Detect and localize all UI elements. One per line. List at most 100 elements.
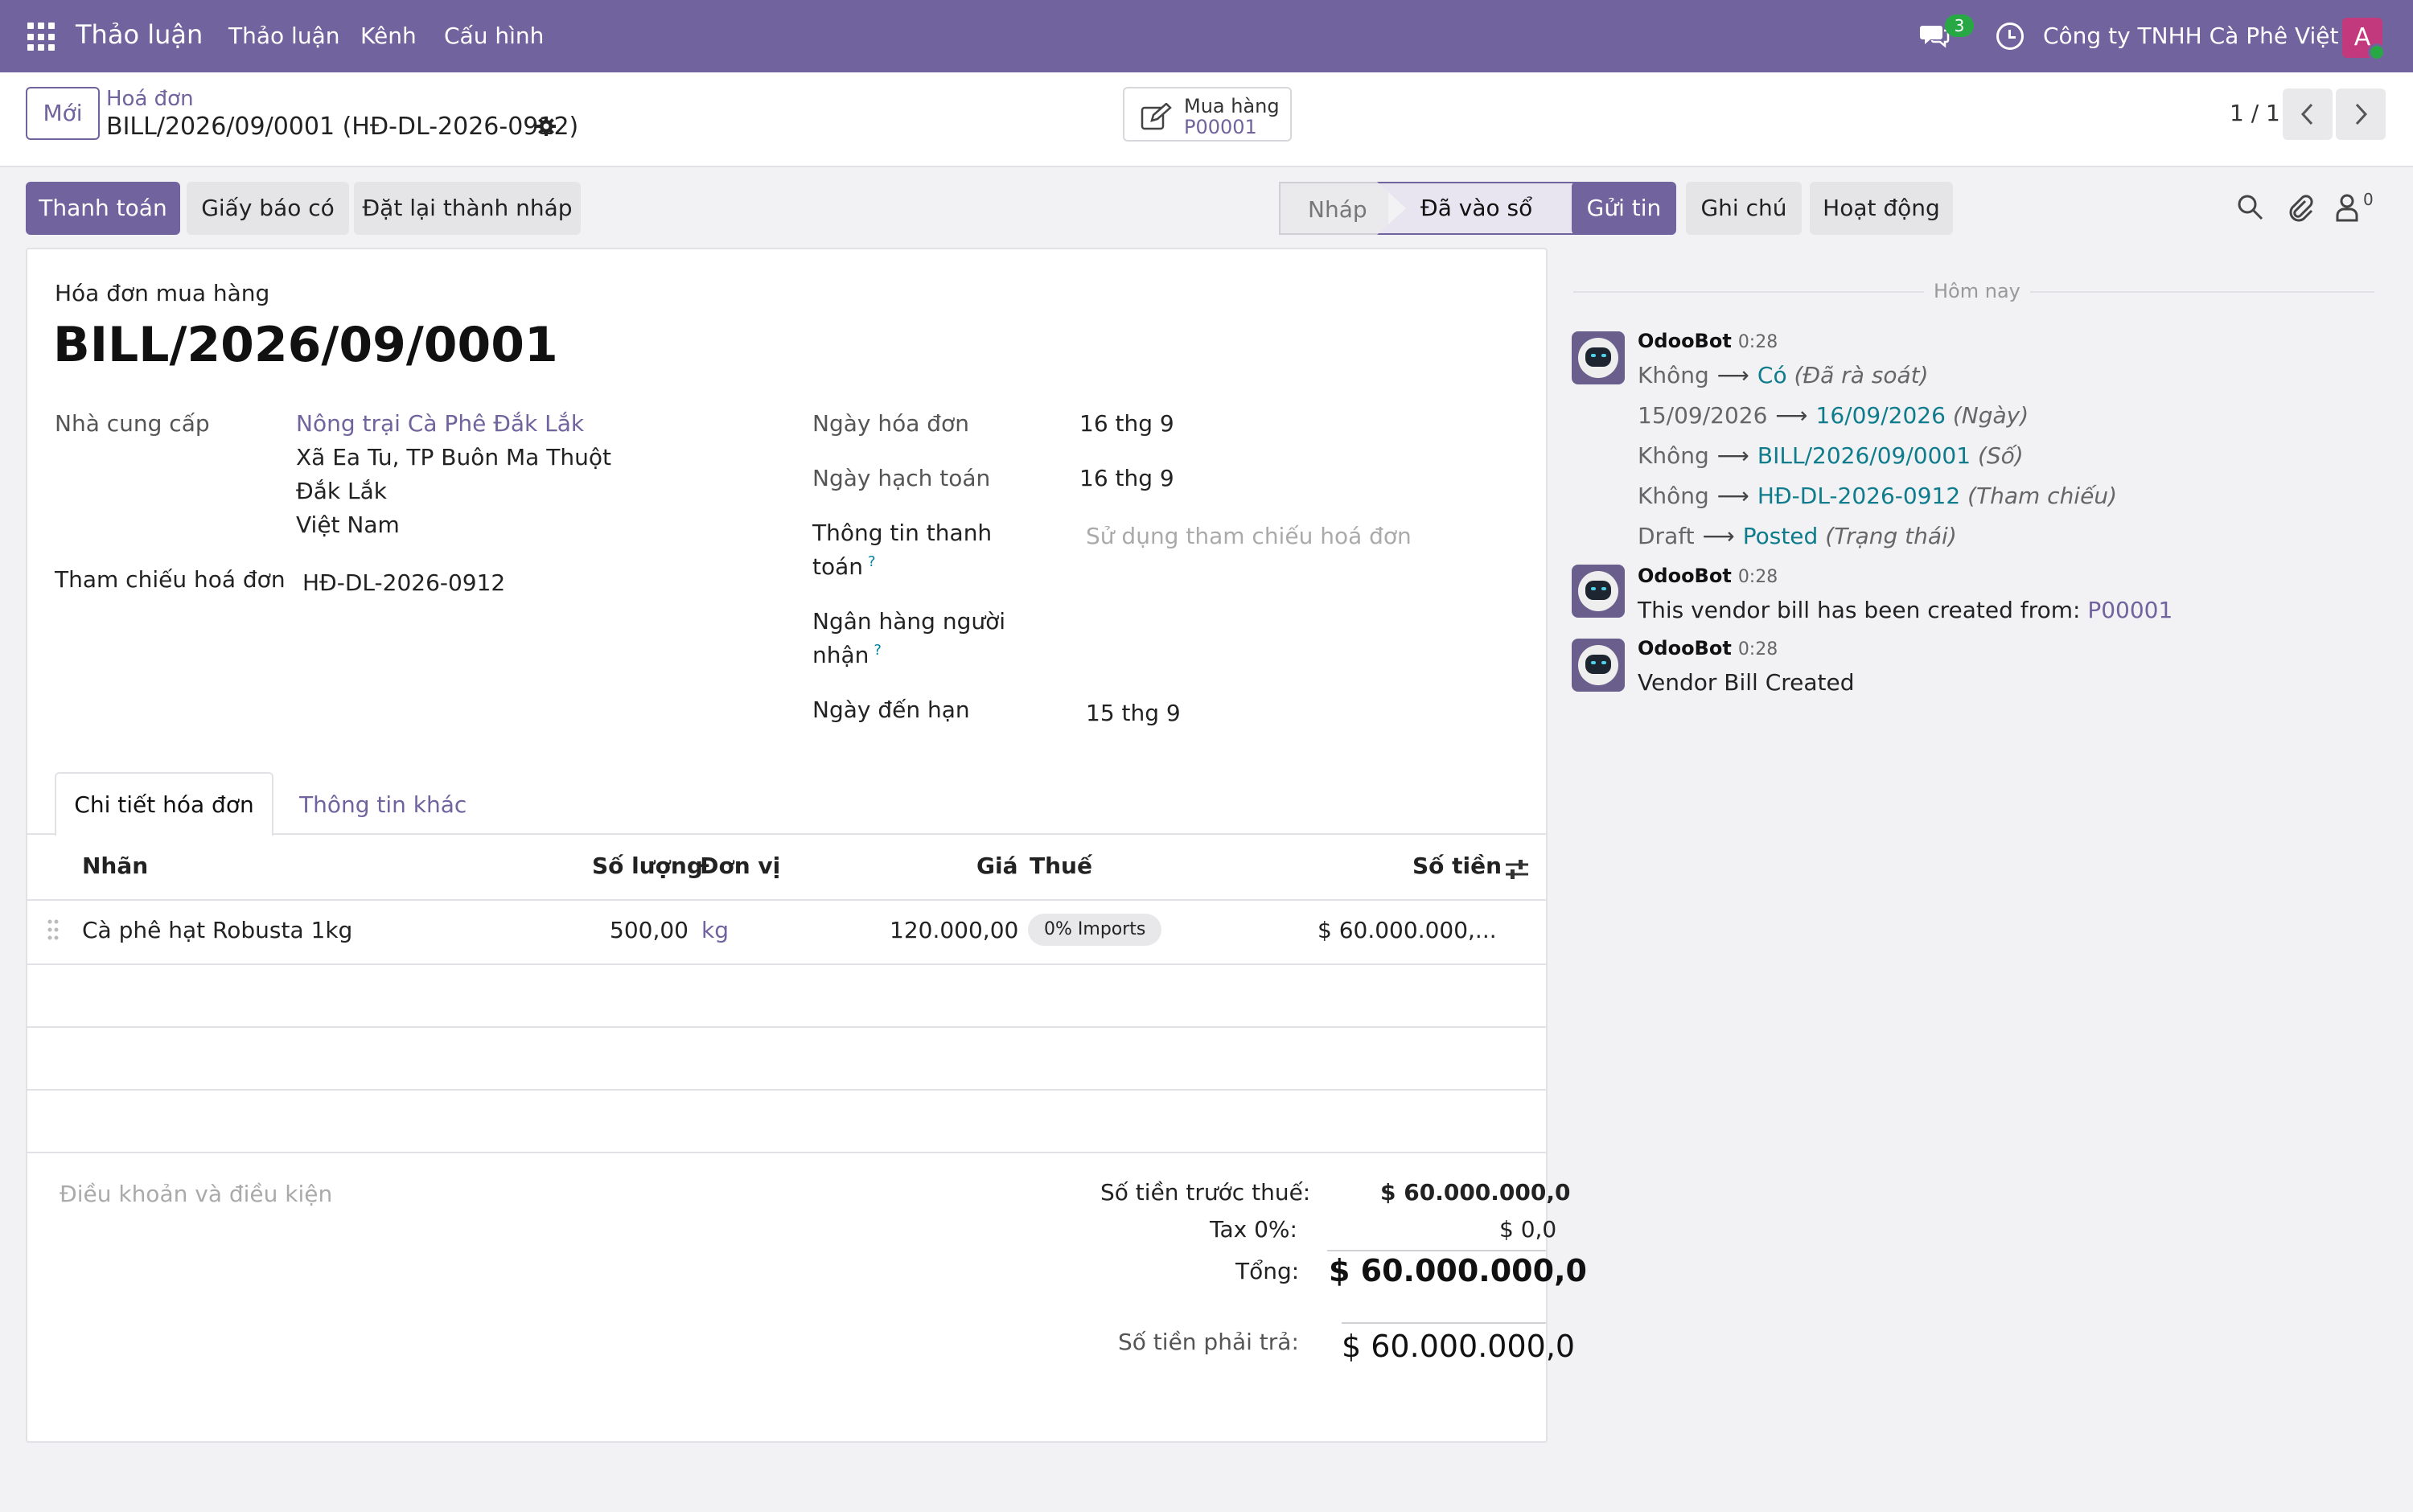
row-divider [27, 963, 1546, 965]
smart-button-value: P00001 [1184, 116, 1257, 138]
untaxed-amount-value: $ 60.000.000,0 [1380, 1179, 1571, 1206]
odoobot-avatar[interactable] [1572, 331, 1625, 384]
message-body: This vendor bill has been created from: … [1638, 597, 2173, 623]
column-label[interactable]: Nhãn [82, 853, 148, 879]
vendor-label: Nhà cung cấp [55, 410, 210, 437]
total-label: Tổng: [1235, 1258, 1300, 1284]
bill-form-sheet: Hóa đơn mua hàng BILL/2026/09/0001 Nhà c… [26, 248, 1587, 1443]
pager-value[interactable]: 1 / 1 [2230, 100, 2280, 126]
column-taxes[interactable]: Thuế [1030, 853, 1092, 879]
total-value: $ 60.000.000,0 [1329, 1253, 1587, 1288]
apps-menu-icon[interactable] [27, 23, 56, 51]
accounting-date-field[interactable]: 16 thg 9 [1079, 465, 1174, 491]
tax-label: Tax 0%: [1210, 1216, 1297, 1243]
search-icon[interactable] [2236, 193, 2265, 222]
tracking-line: Draft ⟶ Posted (Trạng thái) [1638, 523, 1957, 549]
column-quantity[interactable]: Số lượng [592, 853, 703, 879]
message-author[interactable]: OdooBot 0:28 [1638, 330, 1778, 352]
due-date-field[interactable]: 15 thg 9 [1086, 700, 1181, 726]
app-brand[interactable]: Thảo luận [76, 19, 203, 50]
new-button[interactable]: Mới [26, 87, 100, 140]
row-divider [27, 1089, 1546, 1091]
status-draft[interactable]: Nháp [1279, 182, 1388, 235]
tracking-line: Không ⟶ BILL/2026/09/0001 (Số) [1638, 442, 2024, 469]
activity-clock-icon[interactable] [1996, 23, 2024, 50]
message-body: Vendor Bill Created [1638, 669, 1855, 696]
amount-due-value: $ 60.000.000,0 [1342, 1329, 1576, 1364]
column-subtotal[interactable]: Số tiền [1412, 853, 1502, 879]
help-tooltip-icon[interactable]: ? [868, 553, 876, 570]
online-status-dot [2368, 43, 2386, 61]
chevron-left-icon [2300, 103, 2313, 125]
document-type: Hóa đơn mua hàng [55, 280, 270, 306]
amount-due-label: Số tiền phải trả: [1118, 1329, 1299, 1355]
vendor-address-line: Đắk Lắk [296, 478, 387, 504]
tracking-line: Không ⟶ HĐ-DL-2026-0912 (Tham chiếu) [1638, 483, 2117, 509]
line-uom[interactable]: kg [701, 917, 729, 943]
vendor-address-line: Việt Nam [296, 512, 400, 538]
odoobot-avatar[interactable] [1572, 565, 1625, 618]
terms-conditions-input[interactable]: Điều khoản và điều kiện [60, 1181, 332, 1207]
menu-discuss[interactable]: Thảo luận [228, 23, 339, 49]
date-divider [1573, 291, 1924, 293]
purchase-smart-button[interactable]: Mua hàng P00001 [1123, 87, 1292, 142]
optional-columns-icon[interactable] [1504, 857, 1530, 881]
tax-tag[interactable]: 0% Imports [1028, 914, 1162, 946]
paperclip-icon[interactable] [2286, 193, 2315, 222]
breadcrumb-parent[interactable]: Hoá đơn [106, 87, 194, 111]
payment-reference-input[interactable]: Sử dụng tham chiếu hoá đơn [1086, 523, 1412, 549]
register-payment-button[interactable]: Thanh toán [26, 182, 180, 235]
line-label[interactable]: Cà phê hạt Robusta 1kg [82, 917, 352, 943]
top-navbar: Thảo luận Thảo luận Kênh Cấu hình 3 Công… [0, 0, 2413, 72]
tracking-line: 15/09/2026 ⟶ 16/09/2026 (Ngày) [1638, 402, 2029, 429]
message-author[interactable]: OdooBot 0:28 [1638, 565, 1778, 587]
accounting-date-label: Ngày hạch toán [812, 465, 991, 491]
chat-badge: 3 [1945, 14, 1974, 37]
menu-channels[interactable]: Kênh [360, 23, 417, 49]
credit-note-button[interactable]: Giấy báo có [187, 182, 349, 235]
payment-reference-label: toán? [812, 553, 876, 580]
row-divider [27, 1152, 1546, 1153]
tab-invoice-lines[interactable]: Chi tiết hóa đơn [55, 772, 273, 836]
tab-other-info[interactable]: Thông tin khác [299, 791, 467, 818]
recipient-bank-label: Ngân hàng người [812, 608, 1006, 635]
tracking-line: Không ⟶ Có (Đã rà soát) [1638, 362, 1929, 388]
reset-to-draft-button[interactable]: Đặt lại thành nháp [354, 182, 581, 235]
activities-button[interactable]: Hoạt động [1810, 182, 1953, 235]
bill-number-title: BILL/2026/09/0001 [53, 317, 558, 373]
line-quantity[interactable]: 500,00 [610, 917, 689, 943]
row-divider [27, 899, 1546, 901]
message-time: 0:28 [1737, 332, 1778, 352]
odoobot-avatar[interactable] [1572, 639, 1625, 692]
line-price[interactable]: 120.000,00 [890, 917, 1018, 943]
help-tooltip-icon[interactable]: ? [874, 642, 882, 659]
log-note-button[interactable]: Ghi chú [1686, 182, 1802, 235]
totals-divider [1342, 1322, 1546, 1324]
pager-next-button[interactable] [2336, 88, 2386, 140]
recipient-bank-label: nhận? [812, 642, 882, 668]
company-switcher[interactable]: Công ty TNHH Cà Phê Việt [2043, 23, 2339, 49]
message-author[interactable]: OdooBot 0:28 [1638, 637, 1778, 659]
due-date-label: Ngày đến hạn [812, 696, 970, 723]
gear-icon[interactable] [536, 116, 557, 137]
message-time: 0:28 [1737, 567, 1778, 587]
bill-reference-field[interactable]: HĐ-DL-2026-0912 [302, 569, 505, 596]
followers-count: 0 [2363, 190, 2374, 209]
column-price[interactable]: Giá [976, 853, 1017, 879]
control-panel: Mới Hoá đơn BILL/2026/09/0001 (HĐ-DL-202… [0, 72, 2413, 167]
bill-date-field[interactable]: 16 thg 9 [1079, 410, 1174, 437]
send-message-button[interactable]: Gửi tin [1572, 182, 1676, 235]
bill-reference-label: Tham chiếu hoá đơn [55, 566, 286, 593]
tax-value: $ 0,0 [1499, 1216, 1557, 1243]
purchase-order-link[interactable]: P00001 [2087, 597, 2173, 623]
drag-handle-icon[interactable] [47, 918, 60, 941]
breadcrumb-current: BILL/2026/09/0001 (HĐ-DL-2026-0912) [106, 113, 579, 141]
bill-date-label: Ngày hóa đơn [812, 410, 969, 437]
edit-pencil-icon [1141, 103, 1172, 130]
vendor-link[interactable]: Nông trại Cà Phê Đắk Lắk [296, 410, 584, 437]
column-uom[interactable]: Đơn vị [700, 853, 780, 879]
followers-icon[interactable] [2334, 193, 2363, 222]
pager-previous-button[interactable] [2283, 88, 2333, 140]
line-subtotal: $ 60.000.000,... [1317, 917, 1497, 943]
menu-configuration[interactable]: Cấu hình [444, 23, 544, 49]
